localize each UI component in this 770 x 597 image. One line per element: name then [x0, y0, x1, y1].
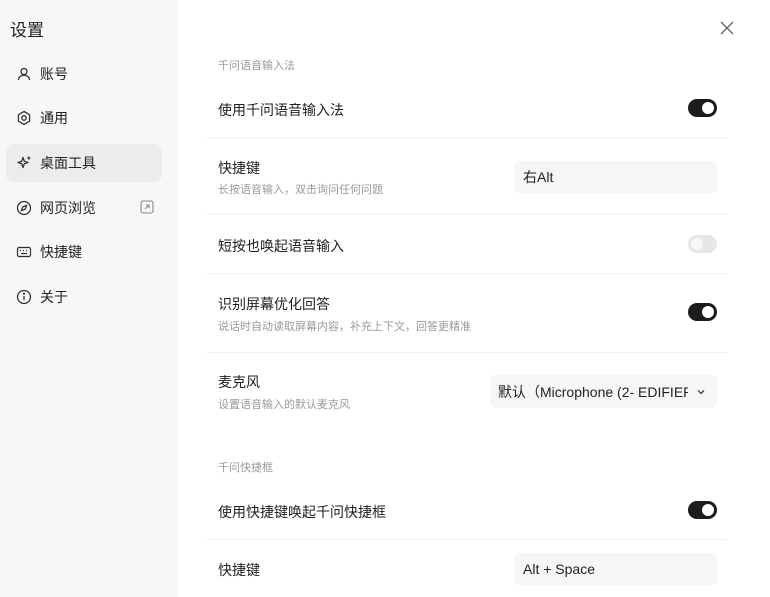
toggle-knob	[702, 306, 714, 318]
microphone-value: 默认（Microphone (2- EDIFIER...	[498, 383, 688, 400]
microphone-select[interactable]: 默认（Microphone (2- EDIFIER...	[490, 375, 717, 408]
divider	[206, 539, 726, 540]
divider	[206, 138, 726, 139]
toggle-knob	[702, 504, 714, 516]
section-title-quickbox: 千问快捷框	[218, 462, 273, 474]
short-press-label: 短按也唤起语音输入	[218, 238, 344, 254]
hexagon-settings-icon	[16, 110, 32, 126]
enable-quickbox-label: 使用快捷键唤起千问快捷框	[218, 504, 386, 520]
external-link-icon	[140, 200, 154, 214]
close-button[interactable]	[716, 17, 738, 39]
sidebar-item-web-browsing[interactable]: 网页浏览	[6, 189, 162, 227]
quickbox-shortcut-label: 快捷键	[218, 562, 260, 578]
divider	[206, 213, 726, 214]
sidebar-item-general[interactable]: 通用	[6, 99, 162, 137]
voice-shortcut-label: 快捷键	[218, 160, 260, 176]
sidebar-item-label: 关于	[40, 289, 68, 305]
sidebar-item-label: 账号	[40, 66, 68, 82]
voice-shortcut-field[interactable]: 右Alt	[514, 161, 717, 193]
microphone-desc: 设置语音输入的默认麦克风	[218, 399, 350, 411]
toggle-knob	[691, 238, 703, 250]
info-icon	[16, 289, 32, 305]
close-icon	[720, 21, 734, 35]
sparkle-icon	[16, 155, 32, 171]
sidebar: 设置 账号 通用 桌面工具 网页浏览 快捷键 关于	[0, 0, 178, 597]
quickbox-shortcut-field[interactable]: Alt + Space	[514, 553, 717, 585]
sidebar-item-label: 网页浏览	[40, 200, 96, 216]
sidebar-item-label: 快捷键	[40, 244, 82, 260]
keyboard-icon	[16, 244, 32, 260]
toggle-knob	[702, 102, 714, 114]
chevron-down-icon	[695, 385, 707, 397]
voice-shortcut-desc: 长按语音输入，双击询问任何问题	[218, 184, 383, 196]
enable-voice-toggle[interactable]	[688, 99, 717, 117]
microphone-label: 麦克风	[218, 374, 260, 390]
enable-voice-label: 使用千问语音输入法	[218, 102, 344, 118]
sidebar-item-label: 桌面工具	[40, 155, 96, 171]
enable-quickbox-toggle[interactable]	[688, 501, 717, 519]
sidebar-item-shortcuts[interactable]: 快捷键	[6, 233, 162, 271]
screen-recognition-label: 识别屏幕优化回答	[218, 296, 330, 312]
sidebar-item-desktop-tools[interactable]: 桌面工具	[6, 144, 162, 182]
voice-shortcut-value: 右Alt	[523, 169, 554, 185]
divider	[206, 352, 726, 353]
sidebar-item-label: 通用	[40, 110, 68, 126]
sidebar-item-account[interactable]: 账号	[6, 55, 162, 93]
quickbox-shortcut-value: Alt + Space	[523, 561, 595, 577]
sidebar-item-about[interactable]: 关于	[6, 278, 162, 316]
short-press-toggle[interactable]	[688, 235, 717, 253]
screen-recognition-toggle[interactable]	[688, 303, 717, 321]
screen-recognition-desc: 说话时自动读取屏幕内容，补充上下文，回答更精准	[218, 321, 471, 333]
divider	[206, 273, 726, 274]
section-title-voice-input: 千问语音输入法	[218, 60, 295, 72]
settings-title: 设置	[10, 21, 44, 40]
compass-icon	[16, 200, 32, 216]
user-icon	[16, 66, 32, 82]
